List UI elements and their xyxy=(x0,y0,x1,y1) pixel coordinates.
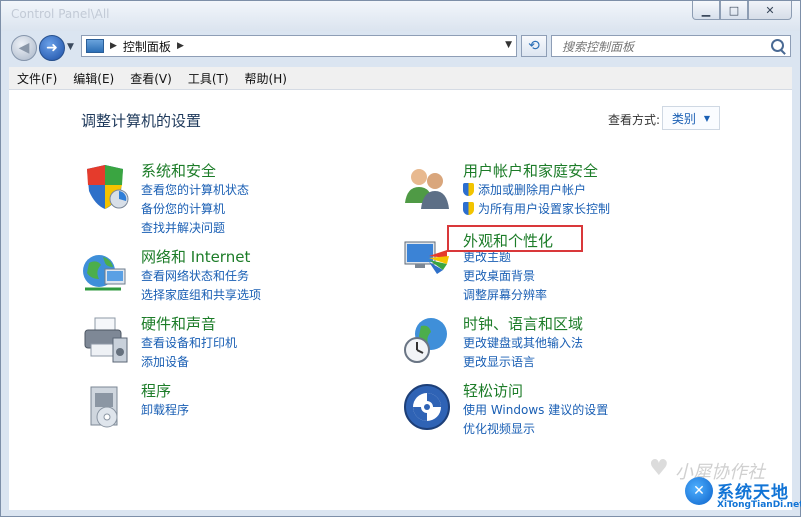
view-by-label: 查看方式: xyxy=(608,113,661,127)
address-bar[interactable]: ▶ 控制面板 ▶ ▼ xyxy=(81,35,517,57)
close-button[interactable]: ✕ xyxy=(748,1,792,20)
link-change-desktop-background[interactable]: 更改桌面背景 xyxy=(463,267,547,286)
forward-button[interactable]: ➜ xyxy=(39,35,65,61)
link-devices-printers[interactable]: 查看设备和打印机 xyxy=(141,334,237,353)
title-bar[interactable]: Control Panel\All ▁ □ ✕ xyxy=(1,1,800,31)
maximize-button[interactable]: □ xyxy=(720,1,748,20)
site-logo-icon: ✕ xyxy=(685,477,713,505)
network-globe-icon xyxy=(83,255,126,291)
view-by-dropdown[interactable]: 类别 ▼ xyxy=(662,106,720,130)
window-title: Control Panel\All xyxy=(11,7,110,21)
category-title[interactable]: 程序 xyxy=(141,380,171,401)
link-add-remove-accounts[interactable]: 添加或删除用户帐户 xyxy=(463,181,610,200)
control-panel-icon xyxy=(86,39,104,53)
caption-buttons: ▁ □ ✕ xyxy=(692,1,792,20)
link-optimize-visual-display[interactable]: 优化视频显示 xyxy=(463,420,608,439)
globe-clock-icon xyxy=(404,318,447,363)
link-uninstall-program[interactable]: 卸载程序 xyxy=(141,401,189,420)
highlight-box xyxy=(447,225,583,252)
category-title[interactable]: 网络和 Internet xyxy=(141,246,250,267)
back-button[interactable]: ◀ xyxy=(11,35,37,61)
watermark-url: XiTongTianDi.net xyxy=(717,500,801,510)
printer-icon xyxy=(84,317,128,363)
page-title: 调整计算机的设置 xyxy=(81,112,202,130)
menu-help[interactable]: 帮助(H) xyxy=(237,70,295,87)
link-add-device[interactable]: 添加设备 xyxy=(141,353,237,372)
refresh-button[interactable]: ⟲ xyxy=(521,35,547,57)
search-box[interactable] xyxy=(551,35,791,57)
menu-file[interactable]: 文件(F) xyxy=(9,70,65,87)
monitor-palette-icon xyxy=(404,241,449,274)
search-input[interactable] xyxy=(560,37,764,57)
ease-of-access-icon xyxy=(404,384,450,430)
menu-edit[interactable]: 编辑(E) xyxy=(65,70,122,87)
search-icon[interactable] xyxy=(771,39,784,52)
category-title[interactable]: 用户帐户和家庭安全 xyxy=(463,160,598,181)
menu-tools[interactable]: 工具(T) xyxy=(180,70,237,87)
breadcrumb-control-panel[interactable]: 控制面板 xyxy=(123,38,171,55)
link-windows-recommended-settings[interactable]: 使用 Windows 建议的设置 xyxy=(463,401,608,420)
link-view-network-status[interactable]: 查看网络状态和任务 xyxy=(141,267,261,286)
system-security-icon xyxy=(87,165,129,209)
heart-watermark-icon: ♥ xyxy=(649,456,669,481)
link-parental-controls[interactable]: 为所有用户设置家长控制 xyxy=(463,200,610,219)
link-homegroup-sharing[interactable]: 选择家庭组和共享选项 xyxy=(141,286,261,305)
address-dropdown[interactable]: ▼ xyxy=(505,40,512,50)
refresh-icon: ⟲ xyxy=(528,38,540,54)
navigation-bar: ◀ ➜ ▼ ▶ 控制面板 ▶ ▼ ⟲ xyxy=(1,31,800,63)
users-icon xyxy=(405,169,449,209)
recent-pages-dropdown[interactable]: ▼ xyxy=(67,42,74,52)
uac-shield-icon xyxy=(463,183,474,196)
minimize-button[interactable]: ▁ xyxy=(692,1,720,20)
category-title[interactable]: 时钟、语言和区域 xyxy=(463,313,583,334)
link-adjust-resolution[interactable]: 调整屏幕分辨率 xyxy=(463,286,547,305)
link-change-keyboard-input[interactable]: 更改键盘或其他输入法 xyxy=(463,334,583,353)
link-backup-computer[interactable]: 备份您的计算机 xyxy=(141,200,249,219)
content-area: 调整计算机的设置 查看方式: 类别 ▼ 系统和安全 查看您的计算机状态 备份您的… xyxy=(9,90,801,510)
link-find-fix-problems[interactable]: 查找并解决问题 xyxy=(141,219,249,238)
menu-bar: 文件(F) 编辑(E) 查看(V) 工具(T) 帮助(H) xyxy=(9,67,792,90)
category-title[interactable]: 硬件和声音 xyxy=(141,313,216,334)
control-panel-window: Control Panel\All ▁ □ ✕ ◀ ➜ ▼ ▶ 控制面板 ▶ ▼… xyxy=(0,0,801,517)
chevron-down-icon: ▼ xyxy=(703,113,711,123)
menu-view[interactable]: 查看(V) xyxy=(122,70,180,87)
link-change-display-language[interactable]: 更改显示语言 xyxy=(463,353,583,372)
category-title[interactable]: 轻松访问 xyxy=(463,380,523,401)
view-by-value: 类别 xyxy=(671,111,696,126)
programs-box-icon xyxy=(90,386,118,428)
chevron-right-icon[interactable]: ▶ xyxy=(177,41,184,51)
category-title[interactable]: 系统和安全 xyxy=(141,160,216,181)
chevron-right-icon[interactable]: ▶ xyxy=(110,41,117,51)
uac-shield-icon xyxy=(463,202,474,215)
link-view-computer-status[interactable]: 查看您的计算机状态 xyxy=(141,181,249,200)
